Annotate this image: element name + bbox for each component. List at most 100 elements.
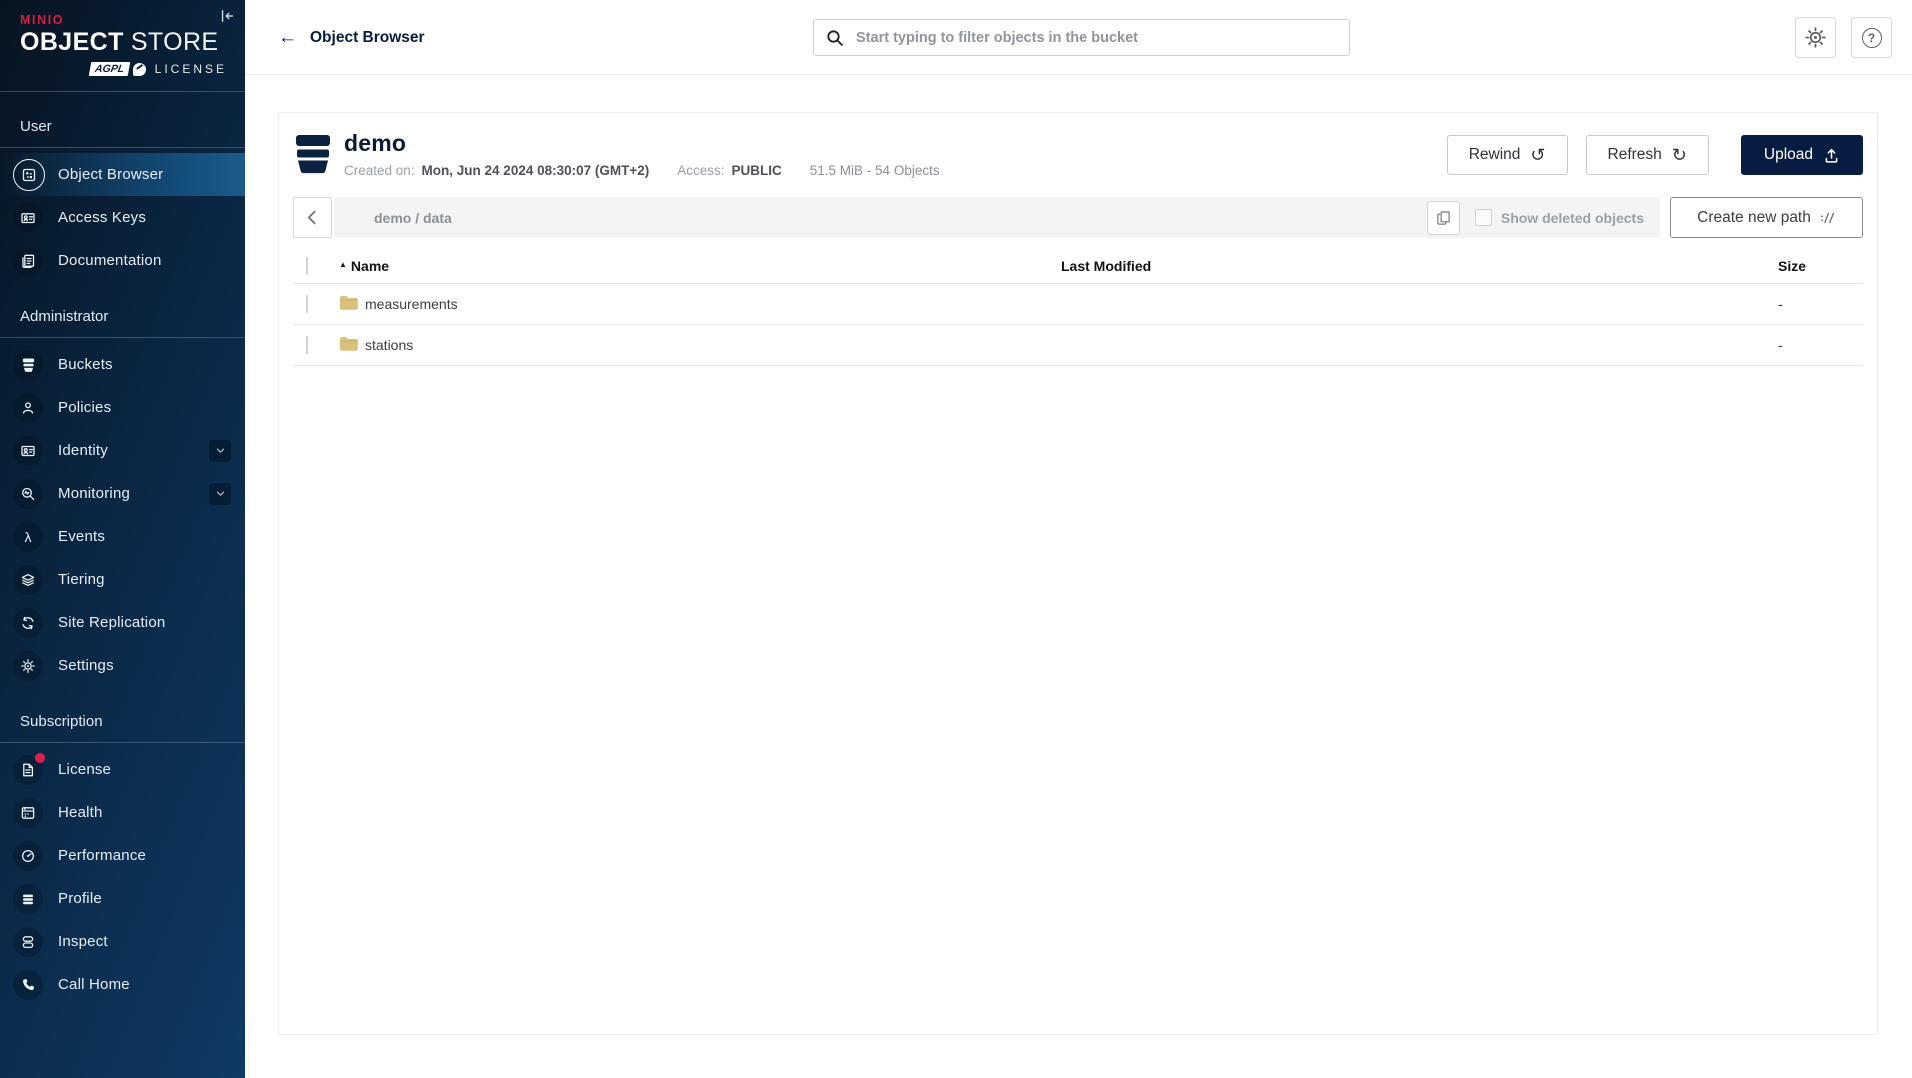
rewind-icon: ↺	[1530, 146, 1545, 164]
product-name-bold: OBJECT	[20, 28, 124, 56]
sidebar-item-buckets[interactable]: Buckets	[0, 343, 245, 386]
monitoring-icon	[13, 479, 43, 509]
show-deleted-checkbox[interactable]	[1475, 209, 1492, 226]
gear-icon	[1804, 26, 1827, 49]
select-all-checkbox[interactable]	[306, 257, 308, 275]
path-back-button[interactable]	[293, 197, 332, 238]
license-label: LICENSE	[155, 62, 227, 76]
table-row-stations[interactable]: stations-	[293, 325, 1863, 366]
sidebar-item-label: Settings	[58, 657, 114, 674]
last-modified-cell	[1061, 284, 1778, 325]
upload-icon	[1823, 147, 1840, 164]
row-checkbox[interactable]	[306, 336, 308, 354]
object-name-cell: measurements	[339, 284, 1061, 325]
folder-icon	[339, 295, 358, 313]
sidebar-item-label: Identity	[58, 442, 108, 459]
product-name: OBJECTSTORE	[20, 28, 227, 57]
sidebar-item-label: Monitoring	[58, 485, 130, 502]
sidebar-item-inspect[interactable]: Inspect	[0, 920, 245, 963]
sidebar-item-profile[interactable]: Profile	[0, 877, 245, 920]
sidebar-section-label: User	[0, 106, 245, 148]
sidebar-item-access-keys[interactable]: Access Keys	[0, 196, 245, 239]
sidebar-section-user: User Object Browser Access Keys Documentati…	[0, 106, 245, 282]
settings-icon	[13, 651, 43, 681]
brand-logo: MINIO OBJECTSTORE AGPL LICENSE	[0, 0, 245, 92]
upload-button-label: Upload	[1764, 146, 1813, 164]
sidebar-item-label: Health	[58, 804, 103, 821]
page-title: Object Browser	[310, 29, 425, 47]
object-name-cell: stations	[339, 325, 1061, 366]
sidebar-item-events[interactable]: λEvents	[0, 515, 245, 558]
bucket-browser-card: demo Created on: Mon, Jun 24 2024 08:30:…	[278, 112, 1878, 1035]
bucket-actions: Rewind ↺ Refresh ↻ Upload	[1429, 131, 1863, 175]
column-header-size: Size	[1778, 248, 1863, 284]
chevron-down-icon[interactable]	[209, 440, 231, 462]
object-browser-icon	[13, 159, 45, 191]
sidebar-item-label: Site Replication	[58, 614, 165, 631]
sidebar-section-label: Administrator	[0, 296, 245, 338]
sidebar-item-performance[interactable]: Performance	[0, 834, 245, 877]
refresh-icon: ↻	[1672, 146, 1687, 164]
settings-button[interactable]	[1795, 17, 1836, 58]
search-input[interactable]	[854, 29, 1349, 47]
page-title-group: ← Object Browser	[278, 0, 425, 75]
agpl-feather-icon	[133, 63, 146, 76]
sidebar-item-label: Tiering	[58, 571, 105, 588]
sidebar-item-identity[interactable]: Identity	[0, 429, 245, 472]
notification-dot	[35, 753, 45, 763]
upload-button[interactable]: Upload	[1741, 135, 1863, 175]
back-arrow-icon[interactable]: ←	[278, 28, 297, 47]
sidebar-item-object-browser[interactable]: Object Browser	[0, 153, 245, 196]
sidebar-section-administrator: Administrator Buckets Policies Identity Moni…	[0, 296, 245, 687]
access-keys-icon	[13, 203, 43, 233]
call-home-icon	[13, 970, 43, 1000]
object-name: measurements	[365, 296, 458, 312]
column-header-name[interactable]: ▲Name	[339, 248, 1061, 284]
sidebar-item-documentation[interactable]: Documentation	[0, 239, 245, 282]
search-icon	[826, 29, 844, 47]
access-label: Access:	[677, 163, 724, 178]
refresh-button[interactable]: Refresh ↻	[1586, 135, 1709, 175]
sidebar-item-call-home[interactable]: Call Home	[0, 963, 245, 1006]
sidebar-item-label: Access Keys	[58, 209, 146, 226]
create-path-icon	[1820, 211, 1836, 225]
copy-path-button[interactable]	[1427, 201, 1460, 235]
folder-icon	[339, 336, 358, 354]
profile-icon	[13, 884, 43, 914]
sidebar-item-label: License	[58, 761, 111, 778]
chevron-down-icon[interactable]	[209, 483, 231, 505]
collapse-sidebar-icon[interactable]	[219, 8, 235, 29]
objects-table: ▲Name Last Modified Size measurements-st…	[293, 248, 1863, 366]
health-icon	[13, 798, 43, 828]
sidebar-item-monitoring[interactable]: Monitoring	[0, 472, 245, 515]
inspect-icon	[13, 927, 43, 957]
license-icon	[13, 755, 43, 785]
sidebar-item-settings[interactable]: Settings	[0, 644, 245, 687]
object-name: stations	[365, 337, 413, 353]
rewind-button[interactable]: Rewind ↺	[1447, 135, 1568, 175]
sidebar-sections: User Object Browser Access Keys Documentati…	[0, 106, 245, 1006]
sidebar-item-health[interactable]: Health	[0, 791, 245, 834]
agpl-badge: AGPL	[89, 62, 131, 76]
help-button[interactable]: ?	[1851, 17, 1892, 58]
create-new-path-label: Create new path	[1697, 209, 1811, 227]
create-new-path-button[interactable]: Create new path	[1670, 197, 1863, 238]
policies-icon	[13, 393, 43, 423]
created-on-value: Mon, Jun 24 2024 08:30:07 (GMT+2)	[422, 163, 650, 178]
sidebar: MINIO OBJECTSTORE AGPL LICENSE User Objec…	[0, 0, 245, 1078]
site-replication-icon	[13, 608, 43, 638]
sidebar-item-policies[interactable]: Policies	[0, 386, 245, 429]
sidebar-item-label: Policies	[58, 399, 111, 416]
table-row-measurements[interactable]: measurements-	[293, 284, 1863, 325]
sidebar-item-license[interactable]: License	[0, 748, 245, 791]
product-name-light: STORE	[131, 28, 219, 56]
row-checkbox-cell	[293, 284, 339, 325]
breadcrumb[interactable]: demo / data	[374, 210, 452, 226]
buckets-icon	[13, 350, 43, 380]
sidebar-item-site-replication[interactable]: Site Replication	[0, 601, 245, 644]
row-checkbox[interactable]	[306, 295, 308, 313]
bucket-icon	[295, 134, 331, 180]
sidebar-item-tiering[interactable]: Tiering	[0, 558, 245, 601]
identity-icon	[13, 436, 43, 466]
sort-asc-icon: ▲	[339, 260, 347, 269]
